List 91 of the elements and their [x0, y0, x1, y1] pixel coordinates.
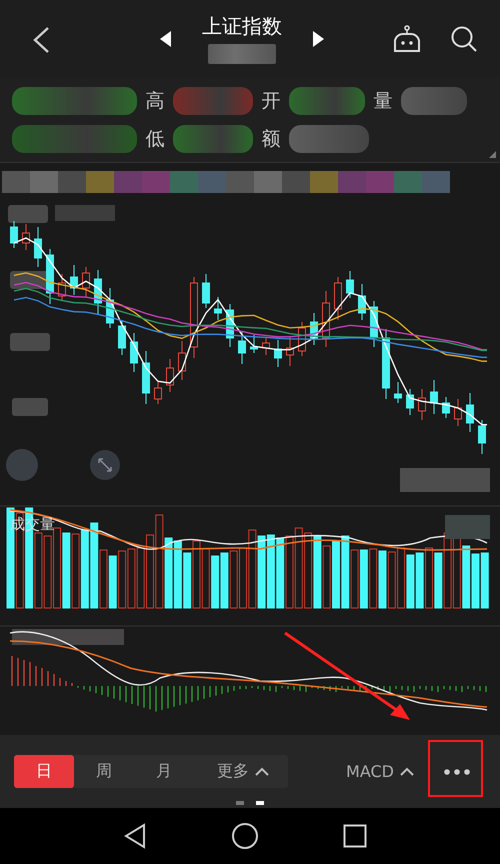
quote-label: 额	[260, 127, 282, 152]
candle	[370, 300, 378, 348]
blurred-axis-label	[445, 515, 490, 539]
volume-bar	[406, 554, 414, 608]
candle	[226, 304, 234, 348]
volume-bar	[397, 548, 406, 608]
blurred-axis-label	[8, 205, 48, 223]
volume-bar	[350, 550, 359, 608]
candle	[334, 276, 342, 320]
candle	[454, 398, 462, 426]
caret-icon	[400, 767, 414, 776]
period-tab[interactable]: 更多	[198, 755, 288, 788]
blurred-value	[401, 87, 467, 115]
volume-bar	[164, 538, 173, 608]
previous-icon[interactable]	[160, 31, 172, 47]
candle	[382, 328, 390, 400]
candle	[130, 332, 138, 372]
volume-bar	[230, 550, 238, 608]
volume-bar	[462, 546, 470, 608]
expand-icon[interactable]	[90, 450, 120, 480]
candle	[442, 396, 450, 418]
volume-bar	[136, 548, 145, 608]
stock-title: 上证指数	[202, 13, 282, 39]
volume-bar	[322, 546, 331, 608]
volume-bar	[108, 556, 117, 608]
back-icon[interactable]	[123, 823, 147, 849]
blurred-axis-label	[55, 205, 115, 221]
candle	[394, 382, 402, 404]
candle	[10, 220, 18, 248]
volume-bar	[118, 550, 126, 608]
volume-bar	[183, 552, 192, 608]
blurred-axis-label	[10, 333, 50, 351]
candle	[250, 334, 258, 354]
volume-bar	[416, 552, 424, 608]
candle	[418, 388, 426, 420]
candle	[262, 336, 270, 356]
candle	[286, 336, 294, 366]
candle	[46, 248, 54, 304]
candle	[82, 266, 90, 298]
candle	[430, 380, 438, 414]
volume-bar	[127, 548, 136, 608]
candle	[298, 322, 306, 356]
quote-label: 开	[260, 89, 282, 114]
volume-bar	[480, 552, 489, 608]
volume-bar	[369, 548, 378, 608]
candle	[118, 320, 126, 356]
period-tab[interactable]: 月	[134, 755, 194, 788]
candle	[478, 420, 486, 454]
candle	[322, 290, 330, 348]
quote-label: 低	[144, 127, 166, 152]
candle	[58, 274, 66, 302]
volume-bar	[202, 548, 210, 608]
candle	[346, 270, 354, 298]
recent-apps-icon[interactable]	[343, 824, 367, 848]
candle	[274, 340, 282, 368]
period-tab[interactable]: 周	[74, 755, 134, 788]
candle	[142, 350, 150, 404]
candle	[214, 296, 222, 320]
candle	[358, 284, 366, 320]
candle	[34, 226, 42, 268]
home-icon[interactable]	[231, 822, 259, 850]
candle	[106, 288, 114, 328]
volume-bar	[220, 552, 228, 608]
volume-bar	[360, 550, 368, 608]
volume-bar	[276, 538, 284, 608]
candle	[166, 358, 174, 392]
candle	[406, 388, 414, 416]
volume-bar	[174, 540, 182, 608]
candle	[238, 332, 246, 364]
caret-icon	[255, 767, 269, 776]
search-icon[interactable]	[450, 25, 478, 53]
quote-label: 高	[144, 89, 166, 114]
candle	[70, 264, 78, 296]
candle	[22, 224, 30, 250]
candle	[310, 312, 318, 346]
indicator-button[interactable]: MACD	[340, 755, 420, 788]
volume-bar	[388, 552, 396, 608]
candle	[94, 270, 102, 314]
candle	[466, 392, 474, 432]
blurred-subtitle	[208, 44, 276, 64]
candle	[154, 382, 162, 404]
candle	[178, 340, 186, 380]
candle	[202, 274, 210, 308]
volume-bar	[211, 556, 220, 608]
period-tab[interactable]: 日	[14, 755, 74, 788]
corner-mark-icon	[489, 151, 496, 158]
volume-bar	[434, 552, 442, 608]
robot-icon[interactable]	[392, 25, 422, 53]
blurred-axis-label	[12, 398, 48, 416]
next-icon[interactable]	[312, 31, 324, 47]
quote-label: 量	[372, 89, 394, 114]
